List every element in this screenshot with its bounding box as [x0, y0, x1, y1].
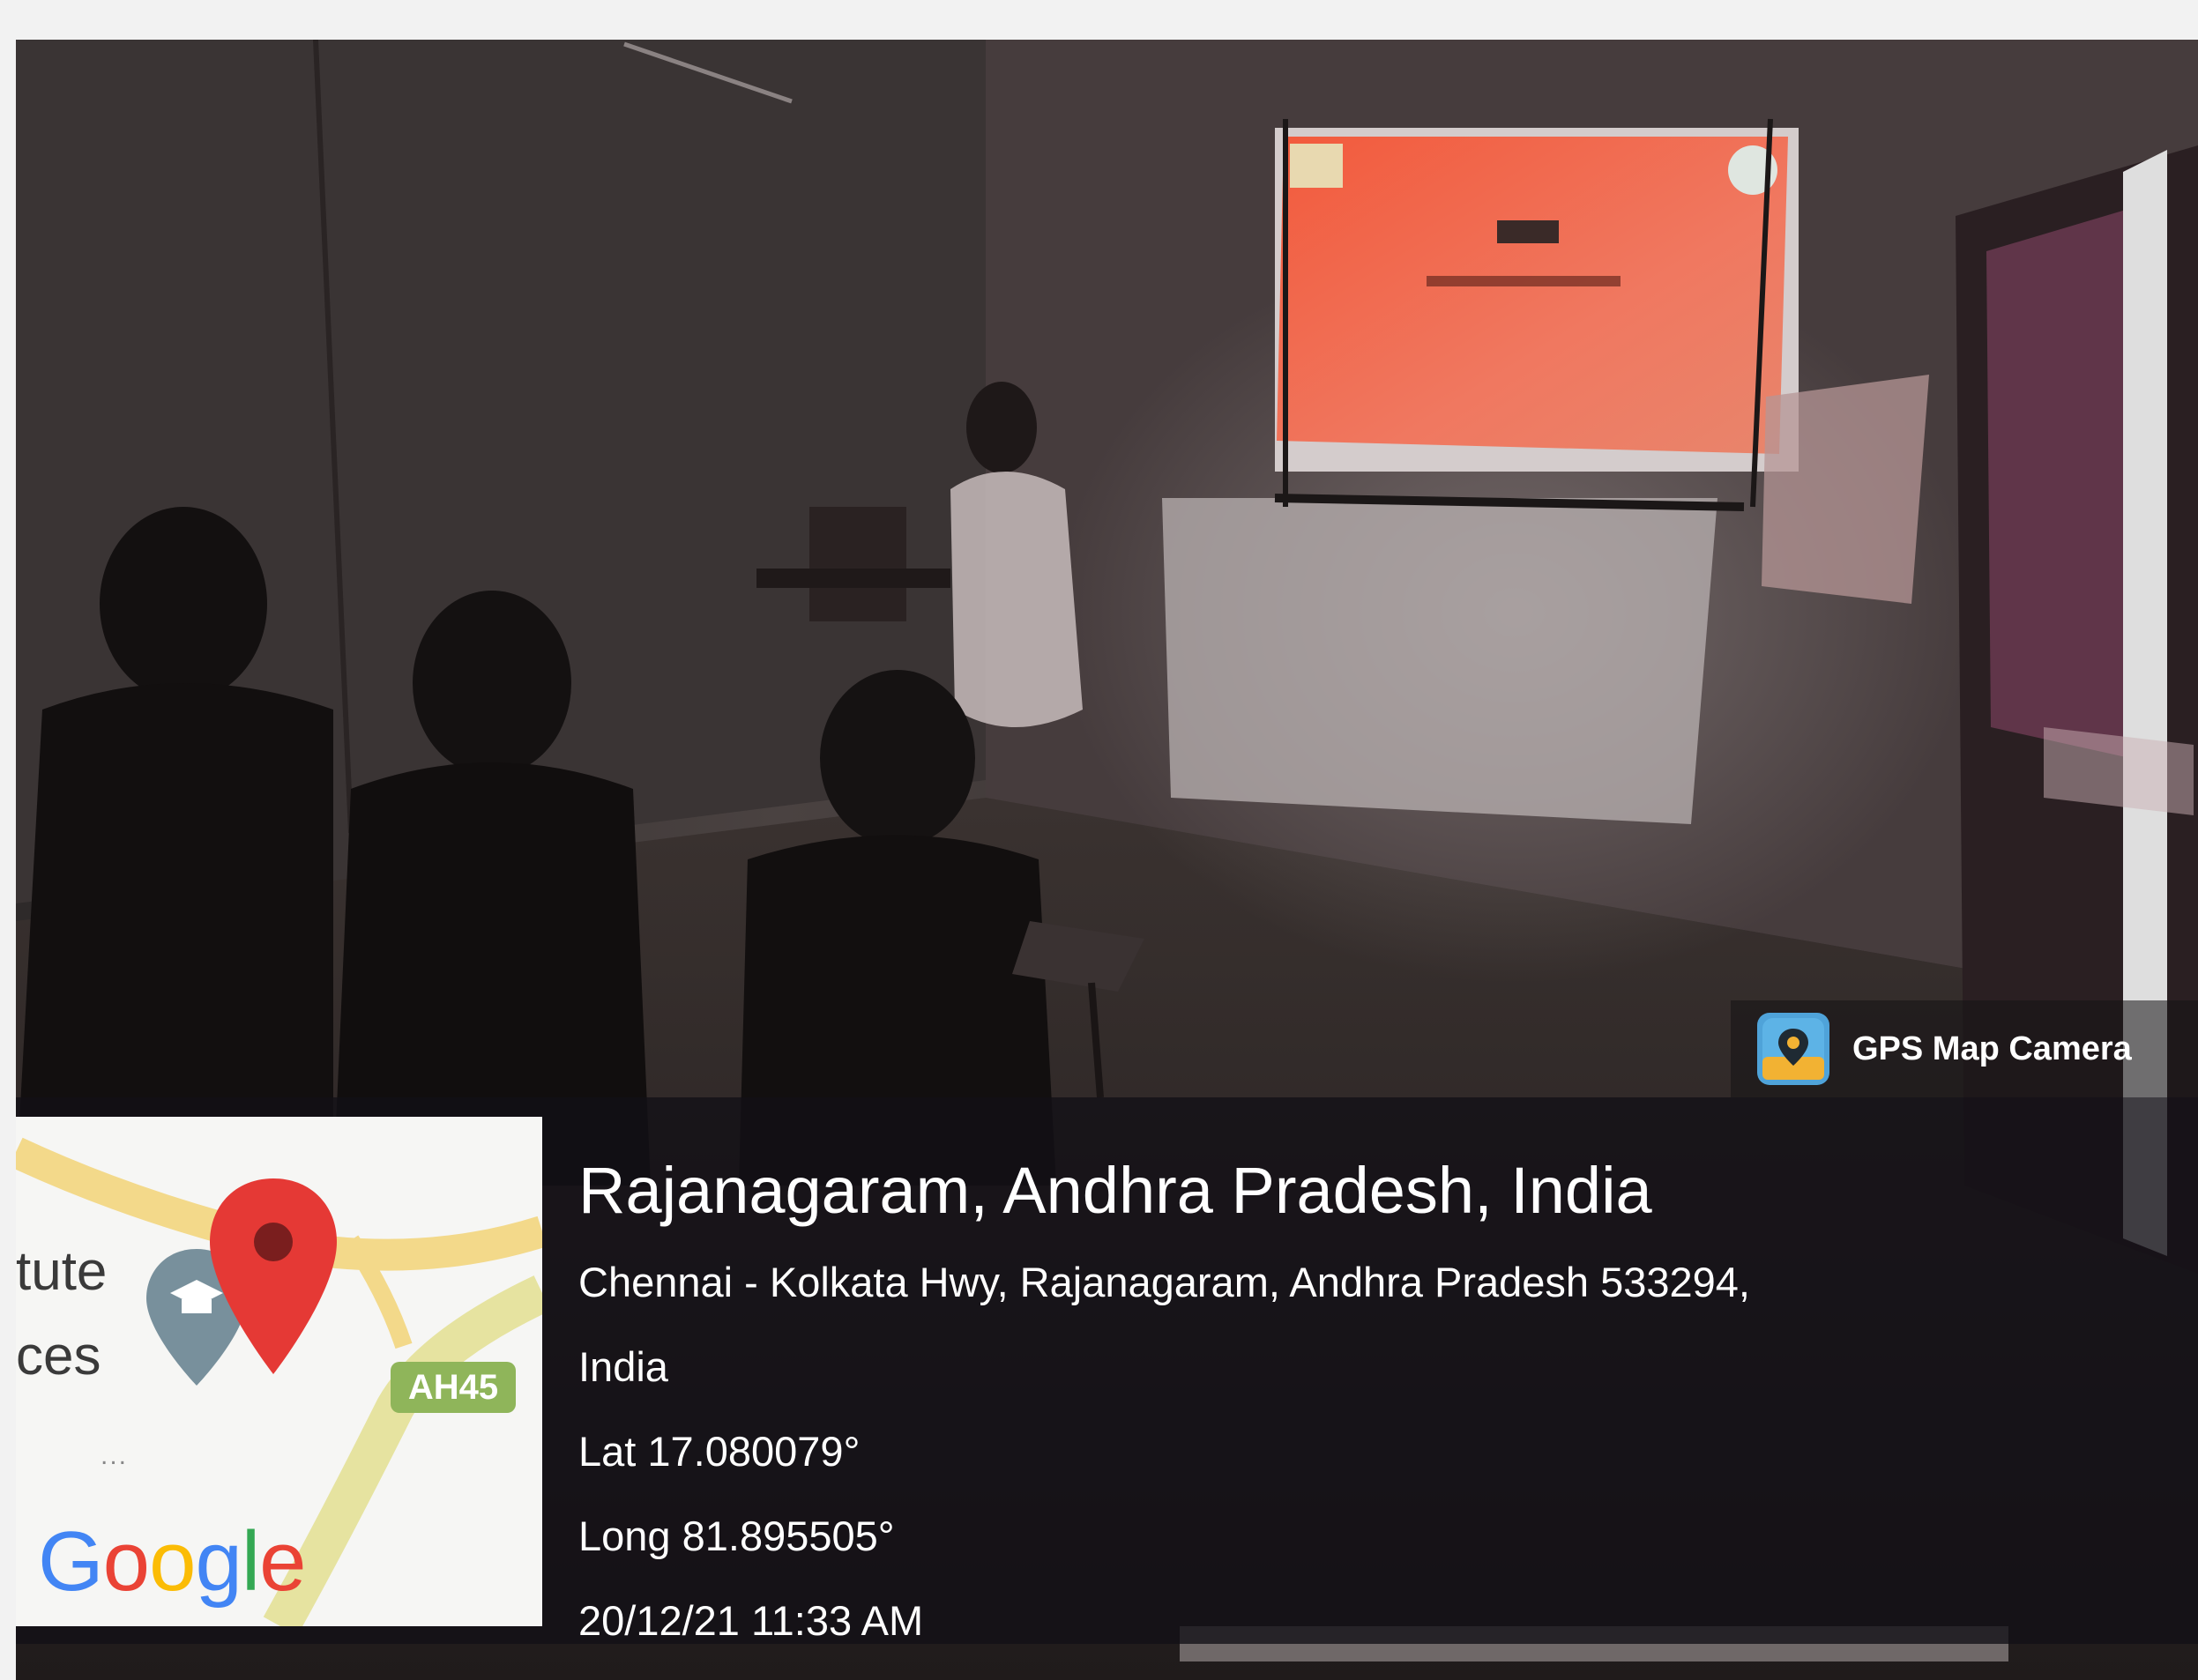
map-pin-icon [1757, 1013, 1829, 1085]
address-line-1: Chennai - Kolkata Hwy, Rajanagaram, Andh… [578, 1259, 1750, 1305]
gps-app-name: GPS Map Camera [1852, 1030, 2132, 1067]
timestamp: 20/12/21 11:33 AM [578, 1597, 924, 1644]
location-title: Rajanagaram, Andhra Pradesh, India [578, 1154, 1652, 1227]
latitude: Lat 17.080079° [578, 1428, 861, 1475]
google-logo: Google [38, 1514, 307, 1609]
location-details: Rajanagaram, Andhra Pradesh, India Chenn… [578, 1148, 1750, 1663]
photo: GPS Map Camera tute ces ... AH45 Google … [16, 40, 2198, 1680]
map-thumbnail: tute ces ... AH45 Google [16, 1117, 542, 1626]
road-shield-ah45: AH45 [391, 1362, 516, 1413]
gps-map-camera-badge: GPS Map Camera [1731, 1000, 2198, 1097]
longitude: Long 81.895505° [578, 1513, 895, 1559]
address-line-2: India [578, 1343, 668, 1390]
